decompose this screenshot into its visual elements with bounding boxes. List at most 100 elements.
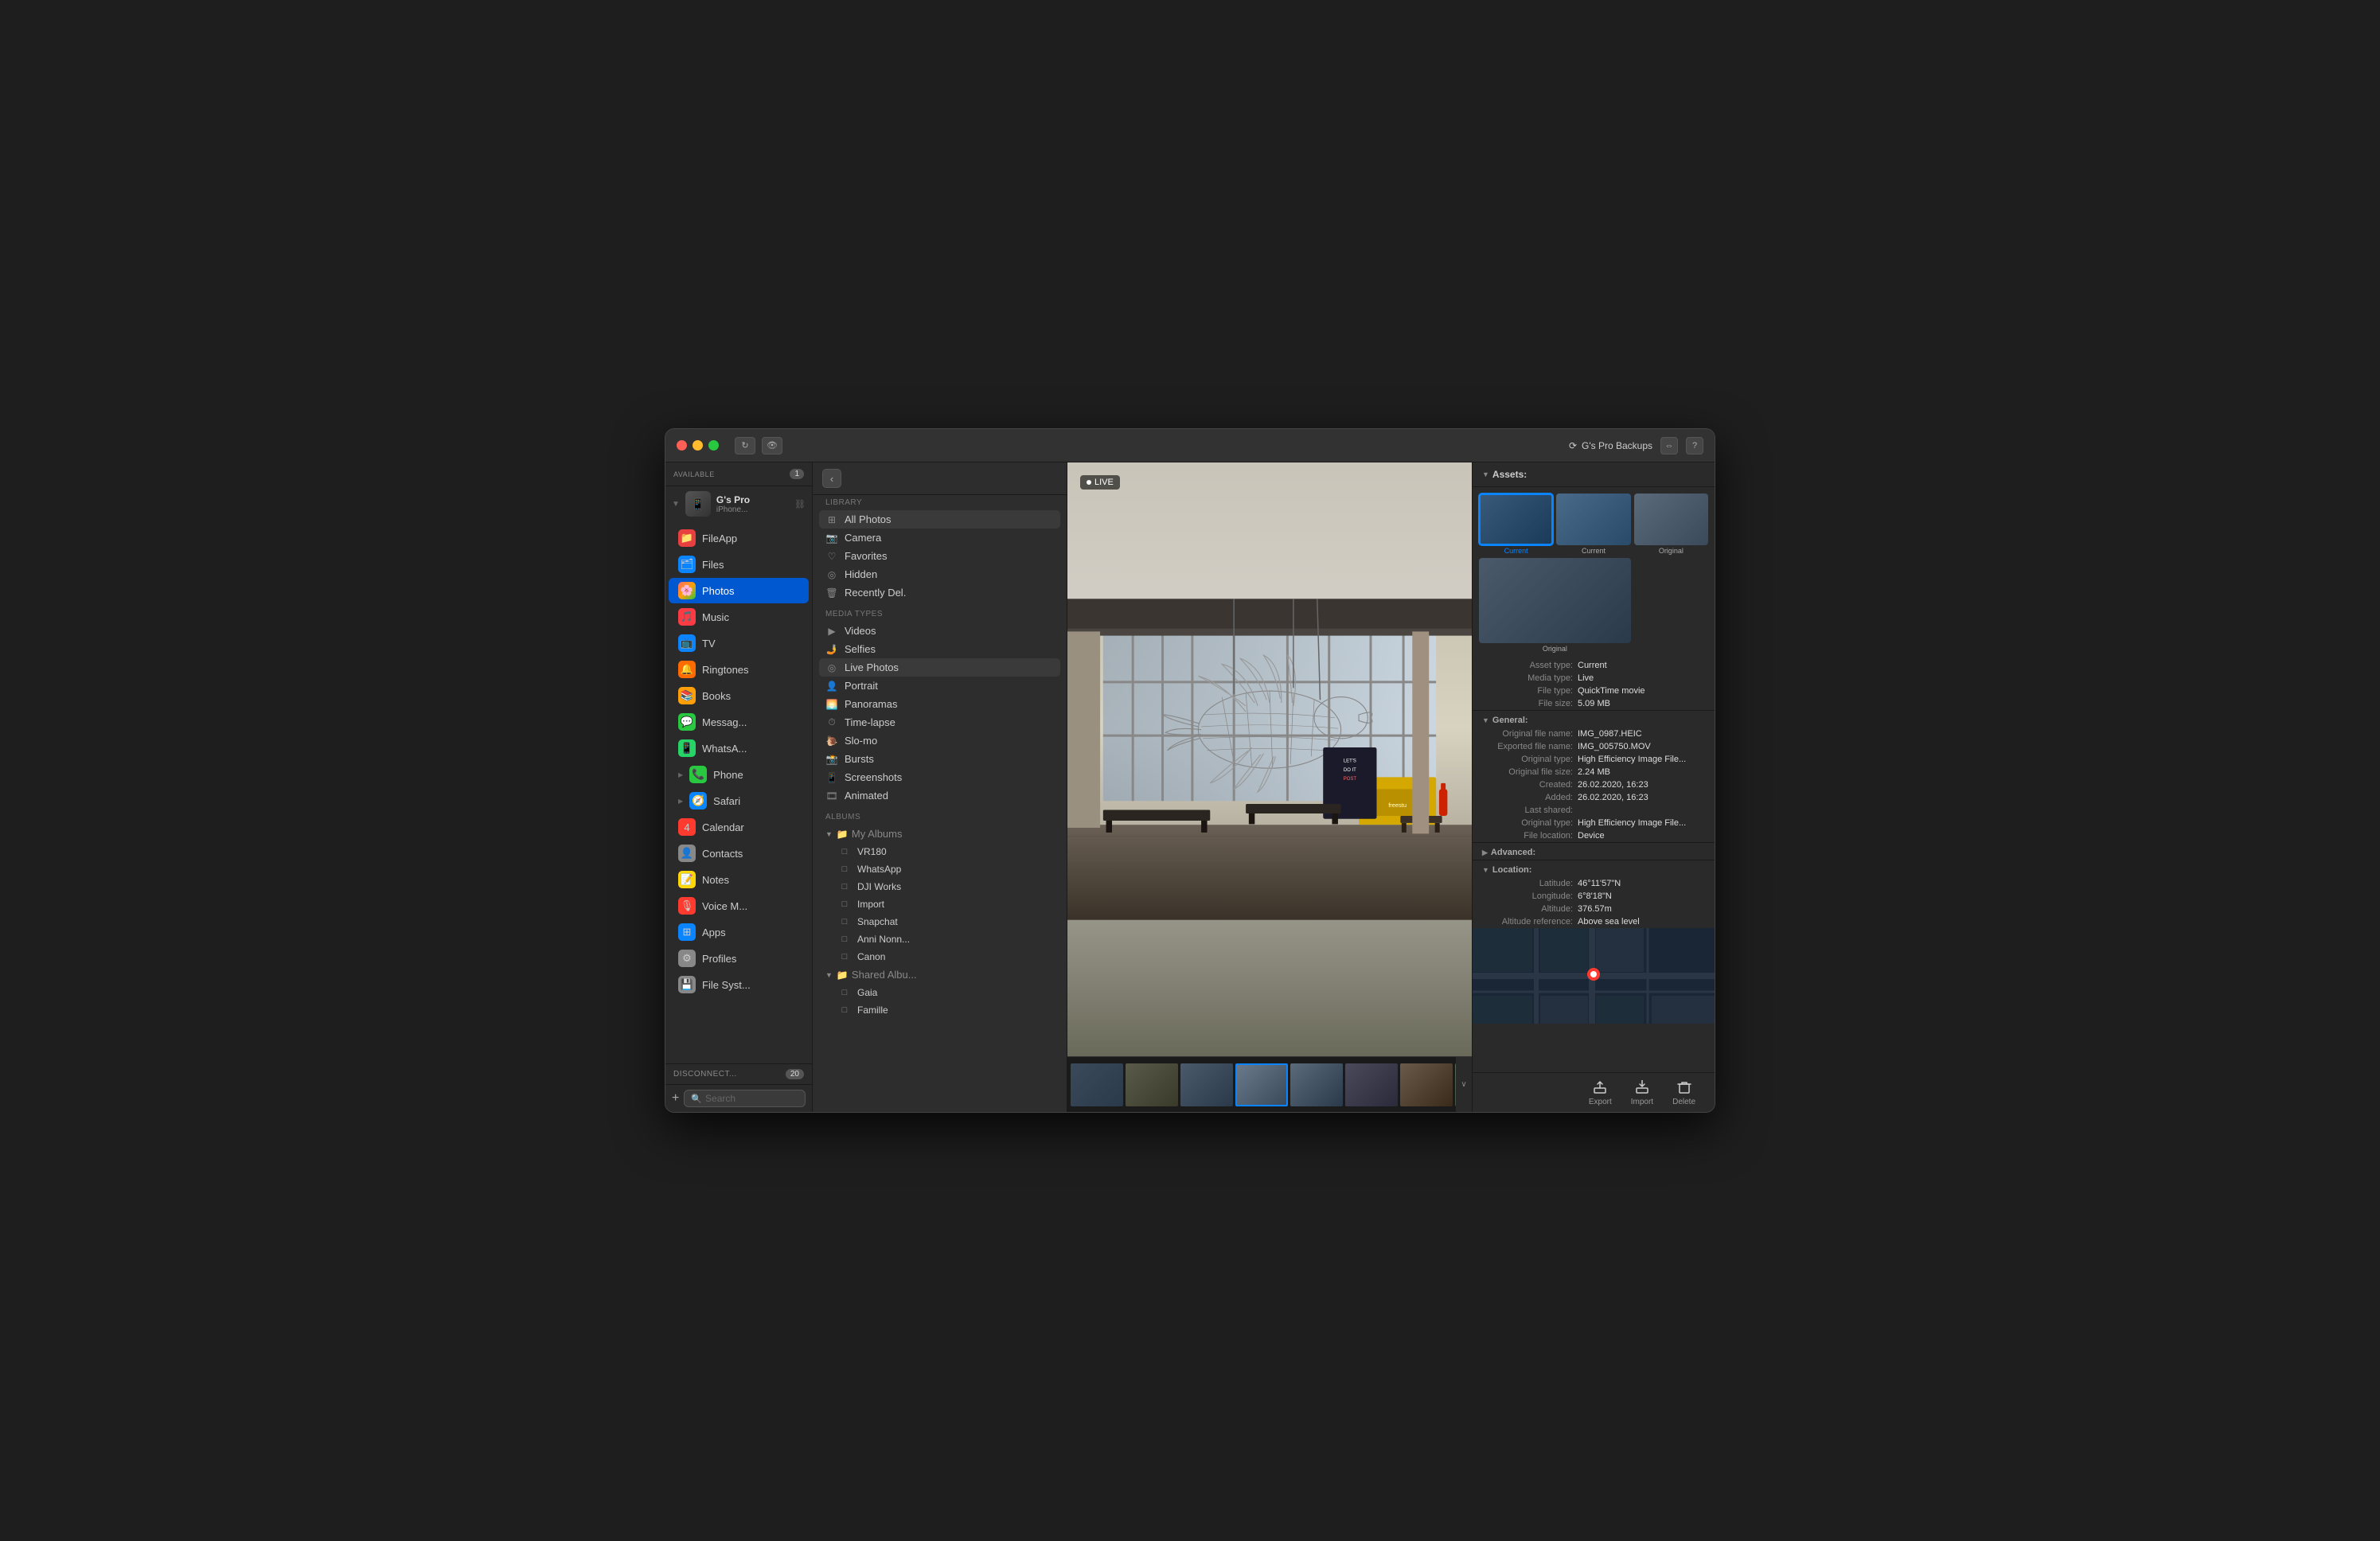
app-item-fileapp[interactable]: 📁 FileApp [669, 525, 809, 551]
album-item-anni[interactable]: □ Anni Nonn... [819, 930, 1060, 948]
arrows-button[interactable]: ⇔ [1660, 437, 1678, 454]
info-row-added: Added: 26.02.2020, 16:23 [1473, 791, 1715, 804]
album-item-famille[interactable]: □ Famille [819, 1001, 1060, 1019]
app-item-tv[interactable]: 📺 TV [669, 630, 809, 656]
shared-folder-icon: 📁 [836, 969, 849, 981]
film-thumb-7[interactable] [1400, 1063, 1453, 1106]
asset-thumb-current-selected[interactable]: Current [1479, 494, 1553, 555]
info-row-longitude: Longitude: 6°8'18"N [1473, 890, 1715, 903]
info-row-media-type: Media type: Live [1473, 672, 1715, 685]
app-item-profiles[interactable]: ⚙ Profiles [669, 946, 809, 971]
nav-item-all-photos[interactable]: ⊞ All Photos [819, 510, 1060, 529]
library-section: Library ⊞ All Photos 📷 Camera ♡ Favorite… [819, 498, 1060, 602]
device-chain-icon[interactable]: ⛓ [794, 499, 806, 509]
album-item-vr180[interactable]: □ VR180 [819, 843, 1060, 860]
nav-item-bursts[interactable]: 📸 Bursts [819, 750, 1060, 768]
asset-thumb-original-2[interactable]: Original [1479, 558, 1631, 653]
location-expand-icon[interactable]: ▼ [1482, 866, 1489, 874]
app-item-safari[interactable]: ▶ 🧭 Safari [669, 788, 809, 813]
nav-item-animated[interactable]: 🎞 Animated [819, 786, 1060, 805]
apps-icon: ⊞ [678, 923, 696, 941]
nav-item-timelapse[interactable]: ⏱ Time-lapse [819, 713, 1060, 731]
camera-icon: 📷 [825, 533, 838, 544]
my-albums-expand-icon[interactable]: ▼ [825, 830, 833, 838]
app-item-notes[interactable]: 📝 Notes [669, 867, 809, 892]
back-button[interactable]: ‹ [822, 469, 841, 488]
slomo-icon: 🐌 [825, 735, 838, 747]
app-item-music[interactable]: 🎵 Music [669, 604, 809, 630]
film-thumb-2[interactable] [1126, 1063, 1178, 1106]
app-item-photos[interactable]: 🌸 Photos [669, 578, 809, 603]
nav-item-selfies[interactable]: 🤳 Selfies [819, 640, 1060, 658]
album-item-canon[interactable]: □ Canon [819, 948, 1060, 966]
app-item-phone[interactable]: ▶ 📞 Phone [669, 762, 809, 787]
nav-item-hidden[interactable]: ◎ Hidden [819, 565, 1060, 583]
film-thumb-1[interactable] [1071, 1063, 1123, 1106]
live-photos-icon: ◎ [825, 662, 838, 673]
recently-deleted-icon: 🗑 [825, 587, 838, 599]
assets-expand-icon[interactable]: ▼ [1482, 470, 1489, 478]
nav-item-recently-deleted[interactable]: 🗑 Recently Del. [819, 583, 1060, 602]
film-thumb-3[interactable] [1180, 1063, 1233, 1106]
import-button[interactable]: Import [1625, 1075, 1660, 1110]
filmstrip: ∨ [1067, 1056, 1472, 1112]
albums-section: Albums ▼ 📁 My Albums □ VR180 □ WhatsApp [819, 813, 1060, 1019]
maximize-button[interactable] [708, 440, 719, 451]
advanced-expand-icon[interactable]: ▶ [1482, 849, 1488, 857]
files-icon: 🗂 [678, 556, 696, 573]
nav-item-favorites[interactable]: ♡ Favorites [819, 547, 1060, 565]
screenshots-icon: 📱 [825, 772, 838, 783]
film-thumb-6[interactable] [1345, 1063, 1398, 1106]
portrait-icon: 👤 [825, 681, 838, 692]
info-row-orig-filename: Original file name: IMG_0987.HEIC [1473, 728, 1715, 740]
app-item-contacts[interactable]: 👤 Contacts [669, 841, 809, 866]
app-item-files[interactable]: 🗂 Files [669, 552, 809, 577]
asset-thumb-current-2[interactable]: Current [1556, 494, 1630, 555]
help-button[interactable]: ? [1686, 437, 1703, 454]
app-item-voicememo[interactable]: 🎙 Voice M... [669, 893, 809, 919]
refresh-button[interactable]: ↻ [735, 437, 755, 454]
album-item-import[interactable]: □ Import [819, 895, 1060, 913]
filmstrip-scroll-button[interactable]: ∨ [1456, 1057, 1472, 1112]
album-item-dji[interactable]: □ DJI Works [819, 878, 1060, 895]
minimize-button[interactable] [693, 440, 703, 451]
app-item-ringtones[interactable]: 🔔 Ringtones [669, 657, 809, 682]
shared-albums-header[interactable]: ▼ 📁 Shared Albu... [819, 966, 1060, 984]
app-item-calendar[interactable]: 4 Calendar [669, 814, 809, 840]
film-thumb-5[interactable] [1290, 1063, 1343, 1106]
album-item-snapchat[interactable]: □ Snapchat [819, 913, 1060, 930]
album-item-gaia[interactable]: □ Gaia [819, 984, 1060, 1001]
app-item-whatsapp[interactable]: 📱 WhatsA... [669, 735, 809, 761]
app-item-books[interactable]: 📚 Books [669, 683, 809, 708]
app-item-apps[interactable]: ⊞ Apps [669, 919, 809, 945]
books-icon: 📚 [678, 687, 696, 704]
nav-item-camera[interactable]: 📷 Camera [819, 529, 1060, 547]
film-thumb-4[interactable] [1235, 1063, 1288, 1106]
nav-item-screenshots[interactable]: 📱 Screenshots [819, 768, 1060, 786]
nav-item-panoramas[interactable]: 🌅 Panoramas [819, 695, 1060, 713]
search-bar[interactable]: 🔍 Search [684, 1090, 806, 1107]
album-item-whatsapp[interactable]: □ WhatsApp [819, 860, 1060, 878]
nav-item-live-photos[interactable]: ◎ Live Photos [819, 658, 1060, 677]
device-entry[interactable]: ▼ 📱 G's Pro iPhone... ⛓ [665, 486, 812, 521]
add-button[interactable]: + [672, 1091, 679, 1106]
general-expand-icon[interactable]: ▼ [1482, 716, 1489, 724]
app-item-filesystem[interactable]: 💾 File Syst... [669, 972, 809, 997]
album-icon: □ [838, 899, 851, 909]
tv-icon: 📺 [678, 634, 696, 652]
export-button[interactable]: Export [1582, 1075, 1618, 1110]
asset-thumb-original-1[interactable]: Original [1634, 494, 1708, 555]
delete-button[interactable]: Delete [1666, 1075, 1702, 1110]
search-icon: 🔍 [691, 1094, 702, 1104]
nav-item-videos[interactable]: ▶ Videos [819, 622, 1060, 640]
close-button[interactable] [677, 440, 687, 451]
photos-header: ‹ [813, 462, 1067, 495]
nav-item-portrait[interactable]: 👤 Portrait [819, 677, 1060, 695]
app-item-messages[interactable]: 💬 Messag... [669, 709, 809, 735]
bottom-toolbar: Export Import [1473, 1072, 1715, 1112]
preview-button[interactable]: 👁 [762, 437, 782, 454]
traffic-lights [677, 440, 719, 451]
nav-item-slomo[interactable]: 🐌 Slo-mo [819, 731, 1060, 750]
shared-albums-expand-icon[interactable]: ▼ [825, 971, 833, 979]
my-albums-header[interactable]: ▼ 📁 My Albums [819, 825, 1060, 843]
